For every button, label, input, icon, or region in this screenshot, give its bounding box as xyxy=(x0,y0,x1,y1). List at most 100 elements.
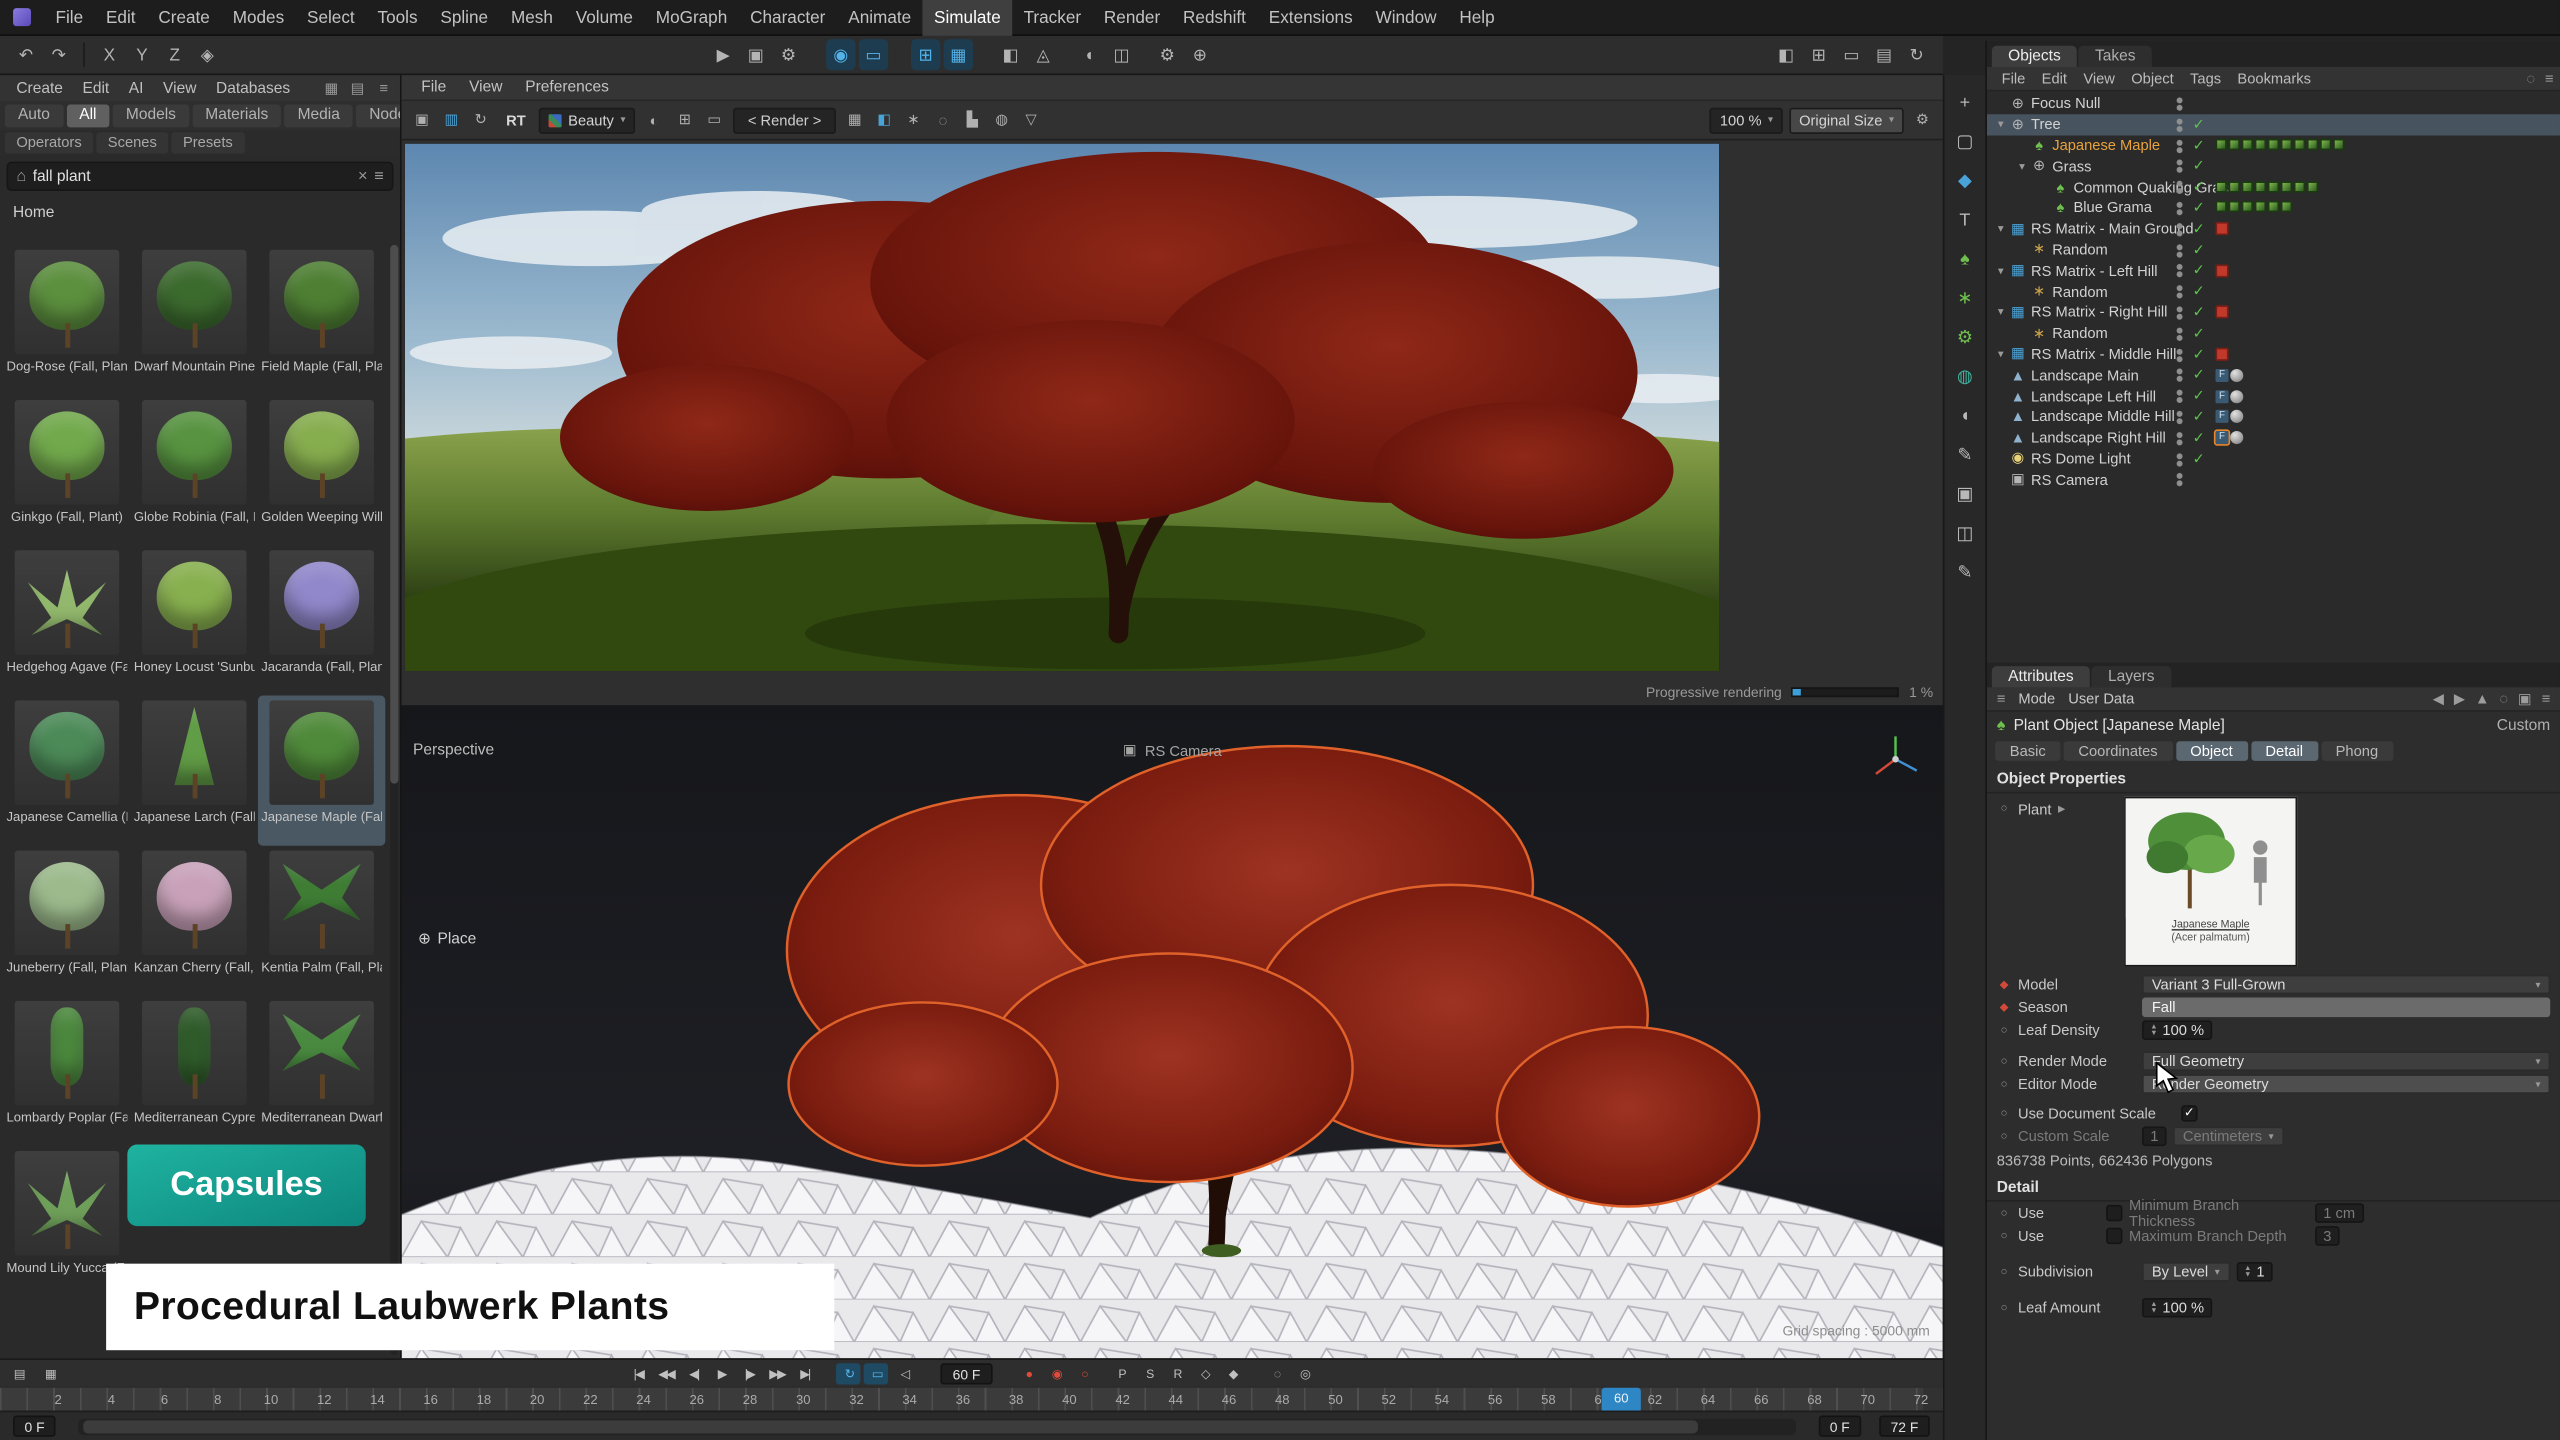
enabled-check-icon[interactable]: ✓ xyxy=(2193,344,2205,365)
menu-character[interactable]: Character xyxy=(739,0,837,35)
pv-settings-icon[interactable]: ⚙ xyxy=(1910,107,1934,133)
grid-view-icon[interactable]: ▦ xyxy=(322,79,342,97)
material-chip[interactable] xyxy=(2281,202,2292,213)
object-name[interactable]: Tree xyxy=(2031,116,2061,132)
leaf-amount-field[interactable]: ▲▼100 % xyxy=(2142,1298,2212,1318)
filter-tab-auto[interactable]: Auto xyxy=(5,104,63,127)
view-label[interactable]: Perspective xyxy=(413,741,494,759)
spinner-icon[interactable]: ▲▼ xyxy=(2150,1301,2157,1314)
object-name[interactable]: Focus Null xyxy=(2031,95,2100,111)
use-document-scale-checkbox[interactable]: ✓ xyxy=(2181,1105,2197,1121)
min-branch-field[interactable]: 1 cm xyxy=(2315,1203,2363,1223)
filter-tab-all[interactable]: All xyxy=(66,104,109,127)
enabled-check-icon[interactable]: ✓ xyxy=(2193,156,2205,177)
enabled-check-icon[interactable]: ✓ xyxy=(2193,198,2205,219)
axis-gizmo[interactable] xyxy=(1868,731,1924,787)
reset-layout-icon[interactable]: ↻ xyxy=(1902,39,1931,70)
axis-x-button[interactable]: X xyxy=(95,39,124,70)
render-region-icon[interactable]: ▭ xyxy=(859,39,888,70)
visibility-dots[interactable] xyxy=(2173,263,2186,278)
layout-panels-icon[interactable]: ▤ xyxy=(1869,39,1898,70)
custom-scale-field[interactable]: 1 xyxy=(2142,1127,2167,1147)
object-name[interactable]: RS Matrix - Middle Hill xyxy=(2031,346,2176,362)
object-name[interactable]: Grass xyxy=(2052,158,2091,174)
enabled-check-icon[interactable]: ✓ xyxy=(2193,281,2205,302)
object-row[interactable]: ▾▦RS Matrix - Right Hill✓ xyxy=(1987,302,2560,323)
region-tool-icon[interactable]: ▢ xyxy=(1950,127,1979,155)
breadcrumb[interactable]: Home xyxy=(0,191,400,222)
asset-item[interactable]: Mediterranean Dwarf ... xyxy=(258,996,385,1146)
param-dot-icon[interactable]: ○ xyxy=(1997,1078,2012,1089)
visibility-dots[interactable] xyxy=(2173,368,2186,383)
solo-object-button[interactable]: ◎ xyxy=(1292,1362,1316,1383)
enabled-check-icon[interactable]: ✓ xyxy=(2193,448,2205,469)
param-dot-icon[interactable]: ○ xyxy=(1997,1266,2012,1277)
layer-icon[interactable]: ▥ xyxy=(439,107,463,133)
ab-compare-icon[interactable]: ◧ xyxy=(872,107,896,133)
filter-tab-materials[interactable]: Materials xyxy=(192,104,281,127)
asset-item[interactable]: Field Maple (Fall, Plant) xyxy=(258,245,385,395)
render-picture-viewer-icon[interactable]: ▣ xyxy=(741,39,770,70)
material-chip[interactable] xyxy=(2242,139,2253,150)
material-chip[interactable] xyxy=(2229,181,2240,192)
asset-item[interactable]: Dwarf Mountain Pine (... xyxy=(131,245,258,395)
param-dot-icon[interactable]: ○ xyxy=(1997,1108,2012,1119)
colorspace-icon[interactable]: ◐ xyxy=(642,107,666,133)
camera-tool-icon[interactable]: ▣ xyxy=(1950,480,1979,508)
go-to-end-button[interactable]: ▶| xyxy=(793,1362,817,1383)
object-name[interactable]: Landscape Right Hill xyxy=(2031,430,2166,446)
preview-start-field[interactable]: 0 F xyxy=(1818,1416,1861,1437)
enabled-check-icon[interactable]: ✓ xyxy=(2193,177,2205,198)
enabled-check-icon[interactable]: ✓ xyxy=(2193,365,2205,386)
previous-key-button[interactable]: ◀◀ xyxy=(654,1362,678,1383)
plant-tool-icon[interactable]: ♠ xyxy=(1950,245,1979,273)
snapshot-icon[interactable]: ▣ xyxy=(410,107,434,133)
sound-toggle-button[interactable]: ◁ xyxy=(892,1362,916,1383)
asset-item[interactable]: Golden Weeping Willo... xyxy=(258,395,385,545)
subtab-presets[interactable]: Presets xyxy=(172,132,245,153)
visibility-dots[interactable] xyxy=(2173,431,2186,446)
visibility-dots[interactable] xyxy=(2173,326,2186,341)
fcurve-mode-icon[interactable]: ▦ xyxy=(38,1362,62,1383)
search-icon[interactable]: ◌ xyxy=(2499,690,2508,708)
max-branch-field[interactable]: 3 xyxy=(2315,1226,2340,1246)
object-row[interactable]: ◉RS Dome Light✓ xyxy=(1987,448,2560,469)
enabled-check-icon[interactable]: ✓ xyxy=(2193,406,2205,427)
asset-item[interactable]: Kentia Palm (Fall, Plant) xyxy=(258,846,385,996)
visibility-dots[interactable] xyxy=(2173,201,2186,216)
expand-arrow-icon[interactable]: ▾ xyxy=(1993,264,2008,277)
render-history-nav[interactable]: < Render > xyxy=(733,107,836,133)
mask-icon[interactable]: ◌ xyxy=(931,107,955,133)
visibility-dots[interactable] xyxy=(2173,159,2186,174)
custom-scale-unit-select[interactable]: Centimeters▾ xyxy=(2173,1127,2283,1147)
visibility-dots[interactable] xyxy=(2173,138,2186,153)
phong-tag-icon[interactable]: F xyxy=(2216,369,2229,382)
record-parameter-button[interactable]: ◇ xyxy=(1193,1362,1217,1383)
previous-frame-button[interactable]: ◀| xyxy=(682,1362,706,1383)
redshift-tag-icon[interactable] xyxy=(2216,264,2229,277)
next-frame-button[interactable]: |▶ xyxy=(737,1362,761,1383)
om-menu-object[interactable]: Object xyxy=(2123,70,2182,86)
phong-tag-icon[interactable]: F xyxy=(2216,431,2229,444)
assets-menu-edit[interactable]: Edit xyxy=(73,79,119,97)
next-key-button[interactable]: ▶▶ xyxy=(765,1362,789,1383)
param-tab-object[interactable]: Object xyxy=(2176,741,2248,761)
material-chip[interactable] xyxy=(2307,139,2318,150)
go-to-start-button[interactable]: |◀ xyxy=(626,1362,650,1383)
assets-menu-databases[interactable]: Databases xyxy=(206,79,300,97)
visibility-dots[interactable] xyxy=(2173,243,2186,258)
pen-tool-icon[interactable]: ✎ xyxy=(1950,558,1979,586)
object-row[interactable]: ♠Common Quaking Grass✓ xyxy=(1987,177,2560,198)
attr-tab-layers[interactable]: Layers xyxy=(2092,666,2171,687)
asset-item[interactable]: Japanese Larch (Fall, ... xyxy=(131,696,258,846)
param-dot-icon[interactable]: ○ xyxy=(1997,1207,2012,1218)
keyframe-dot-icon[interactable]: ◆ xyxy=(1997,1001,2012,1014)
assets-menu-create[interactable]: Create xyxy=(7,79,73,97)
menu-simulate[interactable]: Simulate xyxy=(923,0,1013,35)
enabled-check-icon[interactable]: ✓ xyxy=(2193,218,2205,239)
menu-window[interactable]: Window xyxy=(1364,0,1448,35)
render-pass-select[interactable]: Beauty▾ xyxy=(539,107,635,133)
material-tag-icon[interactable] xyxy=(2230,411,2243,424)
layout-left-panel-icon[interactable]: ◧ xyxy=(1771,39,1800,70)
view-tool-icon[interactable]: ◫ xyxy=(1950,519,1979,547)
